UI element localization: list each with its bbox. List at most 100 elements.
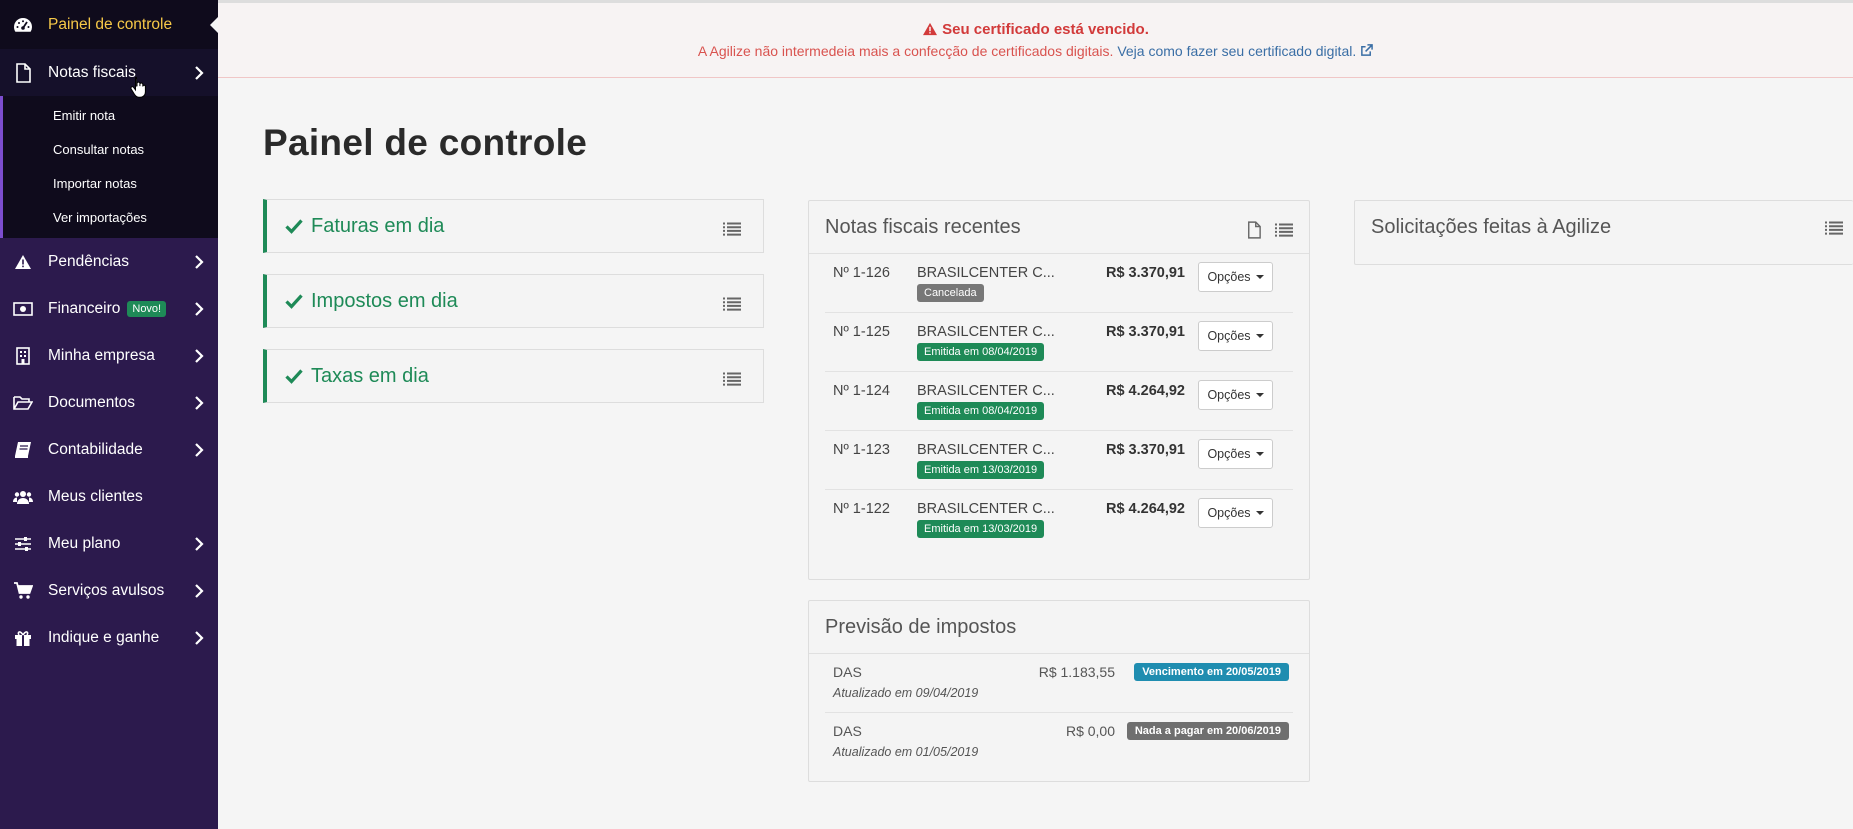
page-title: Painel de controle — [263, 122, 588, 163]
tax-name: DAS — [833, 664, 862, 680]
table-row: DAS Atualizado em 01/05/2019 R$ 0,00 Nad… — [825, 713, 1293, 772]
new-document-icon[interactable] — [1247, 221, 1261, 239]
sidebar: Painel de controle Notas fiscais Emitir … — [0, 0, 218, 829]
building-icon — [13, 346, 33, 366]
nota-client: BRASILCENTER C... — [917, 324, 1055, 340]
sidebar-item-servicos-avulsos[interactable]: Serviços avulsos — [0, 567, 218, 614]
status-card-label: Taxas em dia — [311, 364, 429, 387]
notas-list: Nº 1-126 BRASILCENTER C... Cancelada R$ … — [809, 254, 1309, 549]
options-label: Opções — [1207, 506, 1251, 520]
tax-updated: Atualizado em 01/05/2019 — [833, 745, 979, 759]
table-row: Nº 1-125 BRASILCENTER C... Emitida em 08… — [825, 313, 1293, 372]
caret-down-icon — [1255, 511, 1264, 515]
tax-updated: Atualizado em 09/04/2019 — [833, 686, 979, 700]
options-label: Opções — [1207, 270, 1251, 284]
tax-value: R$ 1.183,55 — [1038, 664, 1115, 680]
status-badge: Nada a pagar em 20/06/2019 — [1126, 722, 1289, 740]
folder-open-icon — [13, 393, 33, 413]
panel-title: Notas fiscais recentes — [825, 215, 1021, 238]
nota-number: Nº 1-122 — [833, 501, 890, 517]
file-icon — [13, 62, 33, 83]
sidebar-item-label: Documentos — [48, 393, 136, 411]
options-button[interactable]: Opções — [1198, 262, 1273, 292]
nota-client: BRASILCENTER C... — [917, 383, 1055, 399]
alert-message: A Agilize não intermedeia mais a confecç… — [697, 43, 1114, 59]
list-icon[interactable] — [1275, 223, 1293, 237]
options-button[interactable]: Opções — [1198, 498, 1273, 528]
sidebar-item-label: Financeiro — [48, 299, 121, 317]
caret-down-icon — [1255, 393, 1264, 397]
tax-name: DAS — [833, 723, 862, 739]
sidebar-item-meus-clientes[interactable]: Meus clientes — [0, 473, 218, 520]
nota-number: Nº 1-125 — [833, 324, 890, 340]
sidebar-item-label: Minha empresa — [48, 346, 155, 364]
table-row: Nº 1-123 BRASILCENTER C... Emitida em 13… — [825, 431, 1293, 490]
caret-down-icon — [1255, 275, 1264, 279]
status-badge: Emitida em 08/04/2019 — [917, 343, 1045, 361]
status-card-faturas: Faturas em dia — [263, 199, 764, 253]
certificate-help-link[interactable]: Veja como fazer seu certificado digital. — [1117, 43, 1356, 59]
status-badge: Vencimento em 20/05/2019 — [1134, 663, 1289, 681]
sidebar-item-label: Notas fiscais — [48, 63, 136, 81]
list-icon[interactable] — [723, 222, 741, 236]
status-badge: Emitida em 13/03/2019 — [917, 520, 1045, 538]
alert-title: Seu certificado está vencido. — [942, 21, 1149, 38]
sidebar-item-label: Painel de controle — [48, 15, 173, 33]
nota-number: Nº 1-124 — [833, 383, 890, 399]
sidebar-item-pendencias[interactable]: Pendências — [0, 238, 218, 285]
nota-client: BRASILCENTER C... — [917, 442, 1055, 458]
list-icon[interactable] — [723, 372, 741, 386]
gift-icon — [13, 628, 33, 648]
status-badge: Emitida em 13/03/2019 — [917, 461, 1045, 479]
cart-icon — [13, 581, 33, 601]
sidebar-item-painel-de-controle[interactable]: Painel de controle — [0, 0, 218, 49]
nota-value: R$ 3.370,91 — [1105, 442, 1185, 458]
sidebar-item-contabilidade[interactable]: Contabilidade — [0, 426, 218, 473]
sidebar-item-notas-fiscais[interactable]: Notas fiscais — [0, 49, 218, 96]
status-card-label: Faturas em dia — [311, 214, 445, 237]
dashboard-icon — [13, 15, 33, 35]
check-icon — [285, 294, 303, 309]
check-icon — [285, 369, 303, 384]
chevron-right-icon — [195, 442, 204, 457]
sidebar-item-label: Meus clientes — [48, 487, 143, 505]
solicitacoes-panel: Solicitações feitas à Agilize — [1354, 200, 1853, 265]
options-label: Opções — [1207, 329, 1251, 343]
sidebar-item-label: Meu plano — [48, 534, 121, 552]
options-label: Opções — [1207, 388, 1251, 402]
sliders-icon — [13, 534, 33, 554]
warning-icon — [13, 252, 33, 272]
submenu-emitir-nota[interactable]: Emitir nota — [3, 98, 218, 132]
notas-recentes-panel: Notas fiscais recentes Nº 1-126 BRASILCE… — [808, 200, 1310, 580]
external-link-icon[interactable] — [1360, 44, 1373, 57]
panel-title: Solicitações feitas à Agilize — [1371, 216, 1612, 238]
sidebar-item-indique-e-ganhe[interactable]: Indique e ganhe — [0, 614, 218, 661]
list-icon[interactable] — [1825, 221, 1843, 235]
table-row: Nº 1-122 BRASILCENTER C... Emitida em 13… — [825, 490, 1293, 549]
hand-cursor-icon — [130, 77, 146, 98]
sidebar-item-label: Indique e ganhe — [48, 628, 160, 646]
options-button[interactable]: Opções — [1198, 380, 1273, 410]
notas-fiscais-submenu: Emitir nota Consultar notas Importar not… — [0, 96, 218, 238]
chevron-right-icon — [195, 583, 204, 598]
sidebar-item-financeiro[interactable]: Financeiro Novo! — [0, 285, 218, 332]
sidebar-item-meu-plano[interactable]: Meu plano — [0, 520, 218, 567]
sidebar-item-minha-empresa[interactable]: Minha empresa — [0, 332, 218, 379]
submenu-importar-notas[interactable]: Importar notas — [3, 166, 218, 200]
submenu-ver-importacoes[interactable]: Ver importações — [3, 200, 218, 234]
sidebar-item-documentos[interactable]: Documentos — [0, 379, 218, 426]
panel-title: Previsão de impostos — [825, 615, 1017, 638]
previsao-impostos-panel: Previsão de impostos DAS Atualizado em 0… — [808, 600, 1310, 782]
chevron-right-icon — [195, 395, 204, 410]
submenu-consultar-notas[interactable]: Consultar notas — [3, 132, 218, 166]
status-badge: Emitida em 08/04/2019 — [917, 402, 1045, 420]
chevron-right-icon — [195, 301, 204, 316]
nota-value: R$ 4.264,92 — [1105, 383, 1185, 399]
nota-client: BRASILCENTER C... — [917, 501, 1055, 517]
caret-down-icon — [1255, 452, 1264, 456]
list-icon[interactable] — [723, 297, 741, 311]
table-row: Nº 1-126 BRASILCENTER C... Cancelada R$ … — [825, 254, 1293, 313]
chevron-right-icon — [195, 65, 204, 80]
options-button[interactable]: Opções — [1198, 321, 1273, 351]
options-button[interactable]: Opções — [1198, 439, 1273, 469]
